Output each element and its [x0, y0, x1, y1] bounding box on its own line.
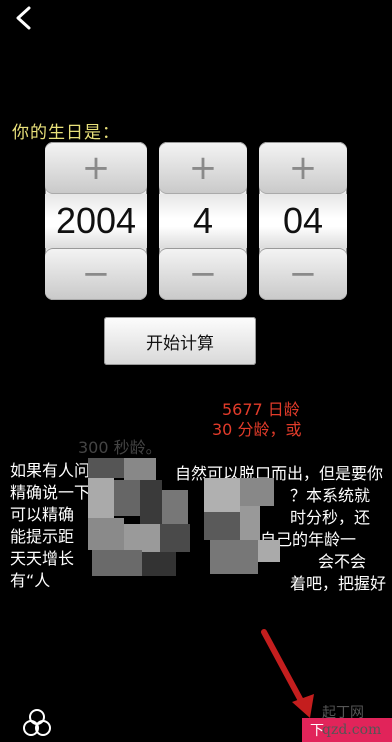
month-value: 4 — [159, 194, 247, 248]
start-calculation-button[interactable]: 开始计算 — [104, 317, 256, 365]
day-value: 04 — [259, 194, 347, 248]
desc-right-fragment: ？本系统就 — [290, 486, 371, 505]
triple-circle-icon[interactable] — [22, 708, 52, 738]
day-decrement-button[interactable]: − — [259, 248, 347, 300]
annotation-arrow-icon — [261, 629, 314, 718]
month-decrement-button[interactable]: − — [159, 248, 247, 300]
back-chevron-icon[interactable] — [10, 4, 38, 32]
desc-right-fragment: 会不会 — [318, 552, 367, 571]
birthday-label: 你的生日是： — [12, 123, 120, 143]
year-decrement-button[interactable]: − — [45, 248, 147, 300]
watermark-text: 起丁网 qzd.com — [322, 705, 382, 738]
day-increment-button[interactable]: + — [259, 142, 347, 194]
desc-right-fragment: 着吧，把握好 — [290, 574, 387, 593]
desc-right-fragment: 时分秒，还 — [290, 508, 371, 527]
month-increment-button[interactable]: + — [159, 142, 247, 194]
year-value: 2004 — [45, 194, 147, 248]
year-stepper: + 2004 − — [45, 142, 147, 300]
result-minutes-text: 30 分龄，或 — [212, 420, 302, 439]
year-increment-button[interactable]: + — [45, 142, 147, 194]
month-stepper: + 4 − — [159, 142, 247, 300]
day-stepper: + 04 − — [259, 142, 347, 300]
result-seconds-text: 300 秒龄。 — [78, 438, 162, 457]
